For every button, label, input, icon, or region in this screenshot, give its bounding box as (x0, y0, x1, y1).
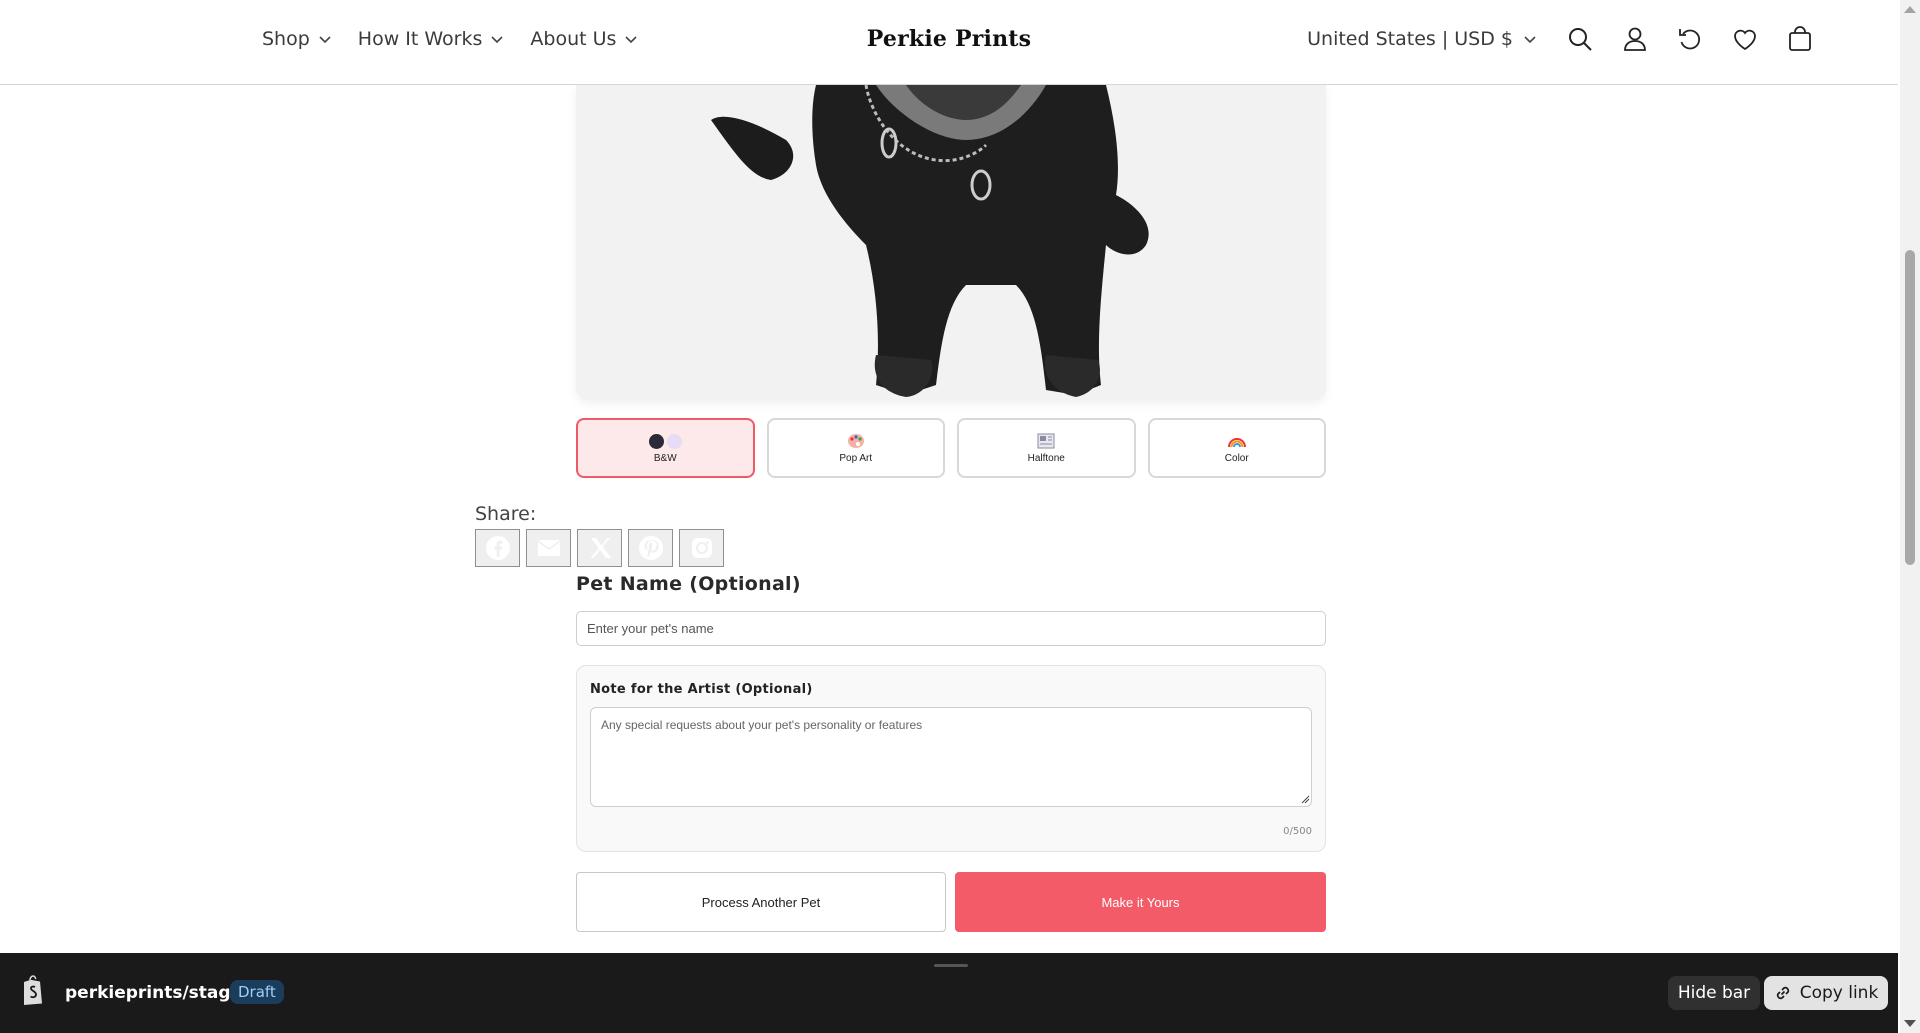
newspaper-icon (1037, 432, 1055, 450)
scroll-thumb[interactable] (1905, 250, 1915, 565)
artist-note-panel: Note for the Artist (Optional) 0/500 (576, 665, 1326, 852)
link-icon (1776, 986, 1789, 1000)
style-option-color[interactable]: Color (1147, 418, 1326, 478)
chevron-down-icon (319, 36, 331, 44)
dog-illustration (711, 85, 1149, 397)
email-icon (537, 540, 560, 556)
history-button[interactable] (1673, 22, 1706, 55)
process-another-pet-button[interactable]: Process Another Pet (576, 872, 946, 932)
wishlist-button[interactable] (1728, 22, 1761, 55)
share-label: Share: (475, 503, 537, 525)
cart-button[interactable] (1783, 22, 1816, 55)
hide-bar-button[interactable]: Hide bar (1668, 976, 1760, 1010)
preview-bar: perkieprints/staging Draft Hide bar Copy… (0, 953, 1898, 1033)
site-header: Shop How It Works About Us Perkie Prints… (0, 0, 1898, 85)
style-option-bw-label: B&W (653, 453, 677, 464)
share-facebook-button[interactable] (475, 529, 520, 567)
bar-drag-handle[interactable] (934, 964, 968, 967)
facebook-icon (485, 536, 510, 560)
locale-label: United States | USD $ (1307, 27, 1513, 50)
search-button[interactable] (1563, 22, 1596, 55)
account-button[interactable] (1618, 22, 1651, 55)
style-option-pop-art[interactable]: Pop Art (766, 418, 945, 478)
make-it-yours-button[interactable]: Make it Yours (955, 872, 1326, 932)
scroll-up-arrow-icon[interactable] (1904, 6, 1916, 13)
chevron-down-icon (1524, 35, 1536, 43)
account-icon (1623, 27, 1646, 51)
bw-icon (648, 432, 682, 450)
artist-note-counter: 0/500 (1283, 826, 1312, 837)
shopify-bag-icon (24, 975, 42, 1005)
share-buttons (475, 529, 724, 567)
x-icon (590, 538, 611, 558)
page-scrollbar[interactable] (1900, 0, 1920, 1033)
chevron-down-icon (491, 36, 503, 44)
style-option-pop-art-label: Pop Art (839, 453, 873, 464)
wishlist-icon (1733, 29, 1756, 50)
artist-note-textarea[interactable] (590, 707, 1312, 807)
history-icon (1678, 28, 1700, 49)
share-instagram-button[interactable] (679, 529, 724, 567)
nav-how-it-works-label: How It Works (357, 28, 483, 50)
pinterest-icon (638, 536, 663, 560)
copy-link-label: Copy link (1799, 983, 1879, 1003)
status-badge: Draft (230, 980, 284, 1004)
pet-preview-image (576, 85, 1326, 400)
artist-note-title: Note for the Artist (Optional) (590, 682, 813, 697)
palette-icon (847, 432, 865, 450)
share-x-button[interactable] (577, 529, 622, 567)
nav-shop[interactable]: Shop (262, 28, 332, 50)
instagram-icon (691, 538, 712, 558)
cart-icon (1788, 25, 1811, 51)
nav-about-us-label: About Us (530, 28, 617, 50)
header-actions: United States | USD $ (1307, 22, 1816, 55)
scroll-down-arrow-icon[interactable] (1904, 1020, 1916, 1027)
search-icon (1568, 27, 1592, 51)
nav-shop-label: Shop (262, 28, 310, 50)
style-option-halftone-label: Halftone (1027, 453, 1065, 464)
main-nav: Shop How It Works About Us (262, 28, 638, 50)
pet-name-title: Pet Name (Optional) (576, 573, 801, 595)
rainbow-icon (1227, 432, 1246, 450)
share-email-button[interactable] (526, 529, 571, 567)
locale-selector[interactable]: United States | USD $ (1307, 28, 1537, 50)
nav-about-us[interactable]: About Us (530, 28, 638, 50)
copy-link-button[interactable]: Copy link (1764, 976, 1888, 1010)
pet-name-input[interactable] (576, 611, 1326, 646)
chevron-down-icon (625, 36, 638, 44)
style-option-color-label: Color (1224, 453, 1249, 464)
resize-grip-icon[interactable] (1300, 794, 1310, 804)
style-option-halftone[interactable]: Halftone (957, 418, 1136, 478)
style-option-bw[interactable]: B&W (576, 418, 755, 478)
style-options: B&W Pop Art Halftone Color (576, 418, 1326, 478)
nav-how-it-works[interactable]: How It Works (358, 28, 505, 50)
site-logo[interactable]: Perkie Prints (867, 26, 1031, 52)
share-pinterest-button[interactable] (628, 529, 673, 567)
